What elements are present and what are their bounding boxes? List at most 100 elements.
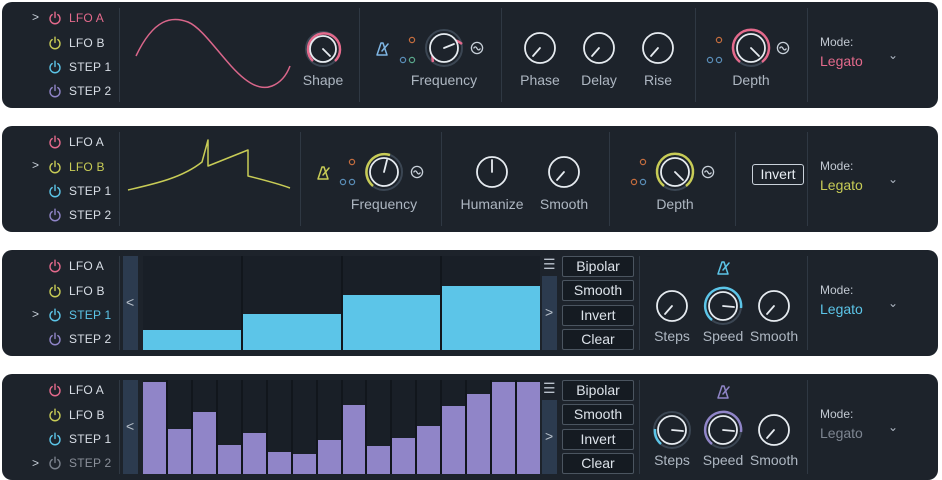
power-icon[interactable] [48, 36, 62, 50]
sidebar-item-step-2[interactable]: STEP 2 [48, 80, 111, 102]
power-icon[interactable] [48, 208, 62, 222]
metronome-icon[interactable] [715, 260, 731, 276]
power-icon[interactable] [48, 135, 62, 149]
mode-value[interactable]: Legato [820, 53, 863, 69]
step-bar[interactable] [192, 411, 216, 474]
step-bar[interactable] [492, 381, 516, 474]
waveform-display[interactable] [124, 132, 294, 224]
speed-knob[interactable] [703, 286, 743, 326]
step-bar[interactable] [367, 445, 391, 474]
power-icon[interactable] [48, 160, 62, 174]
invert-button[interactable]: Invert [562, 305, 634, 326]
power-icon[interactable] [48, 11, 62, 25]
chevron-down-icon[interactable]: ⌄ [888, 420, 898, 434]
metronome-icon[interactable] [315, 165, 331, 181]
sidebar-item-lfo-b[interactable]: LFO B [48, 280, 105, 302]
sidebar-item-lfo-b[interactable]: LFO B [48, 32, 105, 54]
smooth-button[interactable]: Smooth [562, 280, 634, 301]
rise-knob[interactable] [640, 30, 676, 66]
metronome-icon[interactable] [374, 41, 390, 57]
humanize-knob[interactable] [474, 154, 510, 190]
step-bar[interactable] [317, 440, 341, 474]
power-icon[interactable] [48, 308, 62, 322]
power-icon[interactable] [48, 284, 62, 298]
sidebar-item-step-1[interactable]: STEP 1 [48, 428, 111, 450]
step-bar[interactable] [467, 394, 491, 474]
step-next-button[interactable]: > [542, 276, 557, 350]
sidebar-item-lfo-b[interactable]: LFO B [48, 156, 105, 178]
steps-knob[interactable] [654, 288, 690, 324]
step-bar[interactable] [342, 295, 441, 350]
sidebar-item-lfo-a[interactable]: LFO A [48, 255, 104, 277]
sync-icon[interactable] [410, 165, 424, 179]
step-bar[interactable] [167, 428, 191, 474]
chevron-down-icon[interactable]: ⌄ [888, 172, 898, 186]
chevron-down-icon[interactable]: ⌄ [888, 48, 898, 62]
chevron-down-icon[interactable]: ⌄ [888, 296, 898, 310]
sidebar-item-lfo-a[interactable]: LFO A [48, 379, 104, 401]
sync-icon[interactable] [701, 165, 715, 179]
smooth-knob[interactable] [546, 154, 582, 190]
invert-button[interactable]: Invert [562, 429, 634, 450]
step-bar[interactable] [242, 314, 341, 350]
step-bar[interactable] [143, 330, 241, 350]
step-bar[interactable] [242, 432, 266, 474]
smooth-button[interactable]: Smooth [562, 404, 634, 425]
power-icon[interactable] [48, 84, 62, 98]
step-bar[interactable] [392, 438, 416, 474]
power-icon[interactable] [48, 383, 62, 397]
bipolar-button[interactable]: Bipolar [562, 256, 634, 277]
frequency-knob[interactable] [424, 28, 464, 68]
power-icon[interactable] [48, 259, 62, 273]
step-bar[interactable] [442, 406, 466, 474]
speed-knob[interactable] [703, 410, 743, 450]
step-next-button[interactable]: > [542, 400, 557, 474]
steps-knob[interactable] [652, 410, 692, 450]
menu-icon[interactable]: ☰ [543, 256, 556, 273]
step-prev-button[interactable]: < [123, 380, 138, 474]
phase-knob[interactable] [522, 30, 558, 66]
mode-value[interactable]: Legato [820, 425, 863, 441]
sidebar-item-step-1[interactable]: STEP 1 [48, 180, 111, 202]
bipolar-button[interactable]: Bipolar [562, 380, 634, 401]
invert-button[interactable]: Invert [752, 164, 804, 185]
power-icon[interactable] [48, 432, 62, 446]
clear-button[interactable]: Clear [562, 453, 634, 474]
depth-knob[interactable] [731, 28, 771, 68]
sidebar-item-lfo-a[interactable]: LFO A [48, 7, 104, 29]
step-bar[interactable] [292, 454, 316, 474]
sidebar-item-step-1[interactable]: STEP 1 [48, 56, 111, 78]
sidebar-item-step-2[interactable]: STEP 2 [48, 204, 111, 226]
step-sequencer-grid[interactable] [143, 256, 540, 350]
menu-icon[interactable]: ☰ [543, 380, 556, 397]
step-prev-button[interactable]: < [123, 256, 138, 350]
sidebar-item-lfo-b[interactable]: LFO B [48, 404, 105, 426]
mode-value[interactable]: Legato [820, 177, 863, 193]
step-bar[interactable] [517, 381, 540, 474]
sync-icon[interactable] [470, 41, 484, 55]
clear-button[interactable]: Clear [562, 329, 634, 350]
step-bar[interactable] [267, 452, 291, 474]
step-bar[interactable] [342, 405, 366, 474]
sidebar-item-step-1[interactable]: STEP 1 [48, 304, 111, 326]
depth-knob[interactable] [655, 152, 695, 192]
step-bar[interactable] [442, 286, 540, 350]
power-icon[interactable] [48, 332, 62, 346]
shape-knob[interactable] [304, 30, 342, 68]
step-bar[interactable] [417, 426, 441, 474]
power-icon[interactable] [48, 408, 62, 422]
sidebar-item-step-2[interactable]: STEP 2 [48, 452, 111, 474]
waveform-display[interactable] [132, 8, 292, 100]
smooth-knob[interactable] [756, 412, 792, 448]
mode-value[interactable]: Legato [820, 301, 863, 317]
step-bar[interactable] [217, 444, 241, 474]
sync-icon[interactable] [776, 41, 790, 55]
sidebar-item-step-2[interactable]: STEP 2 [48, 328, 111, 350]
step-bar[interactable] [143, 381, 166, 474]
power-icon[interactable] [48, 456, 62, 470]
metronome-icon[interactable] [715, 384, 731, 400]
power-icon[interactable] [48, 60, 62, 74]
sidebar-item-lfo-a[interactable]: LFO A [48, 131, 104, 153]
step-sequencer-grid[interactable] [143, 380, 540, 474]
smooth-knob[interactable] [756, 288, 792, 324]
